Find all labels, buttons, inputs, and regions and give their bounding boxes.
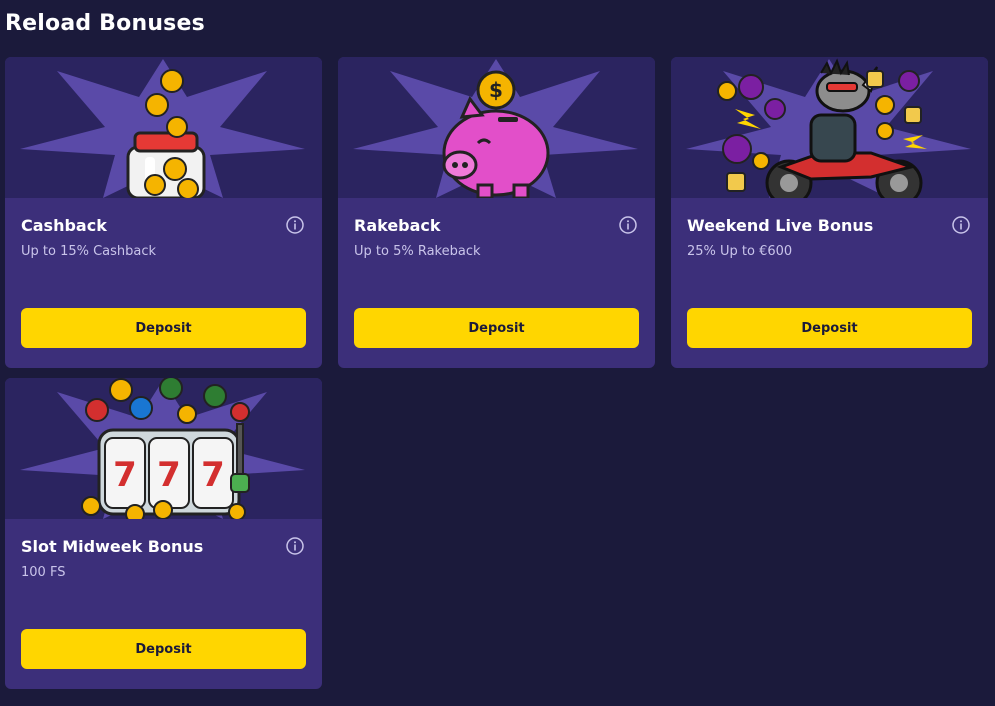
deposit-button[interactable]: Deposit	[687, 308, 972, 348]
bonus-subtitle: Up to 5% Rakeback	[354, 244, 481, 259]
bonus-card-image	[5, 57, 322, 198]
info-icon[interactable]	[286, 537, 304, 555]
bonus-card-image: $	[338, 57, 655, 198]
svg-text:7: 7	[157, 455, 181, 495]
bonus-card-cashback: Cashback Up to 15% Cashback Deposit	[5, 57, 322, 368]
bonus-title: Slot Midweek Bonus	[21, 537, 204, 556]
svg-text:7: 7	[113, 455, 137, 495]
bonus-card-slot-midweek: 7 7 7 Slot Midweek Bonus 100 FS Deposit	[5, 378, 322, 689]
deposit-button[interactable]: Deposit	[21, 308, 306, 348]
coin-jar-icon	[20, 59, 305, 198]
bonus-card-body: Cashback Up to 15% Cashback Deposit	[5, 198, 322, 368]
bonus-card-rakeback: $ Rakeback Up to 5% Rakeback Deposit	[338, 57, 655, 368]
page-title: Reload Bonuses	[5, 11, 205, 36]
bonus-grid: Cashback Up to 15% Cashback Deposit $ Ra…	[5, 57, 989, 689]
rhino-motorcycle-icon	[686, 58, 971, 198]
bonus-card-image	[671, 57, 988, 198]
piggy-bank-icon: $	[353, 59, 638, 198]
bonus-card-body: Slot Midweek Bonus 100 FS Deposit	[5, 519, 322, 689]
bonus-title: Cashback	[21, 216, 107, 235]
bonus-card-body: Weekend Live Bonus 25% Up to €600 Deposi…	[671, 198, 988, 368]
bonus-card-weekend-live: Weekend Live Bonus 25% Up to €600 Deposi…	[671, 57, 988, 368]
bonus-subtitle: 25% Up to €600	[687, 244, 793, 259]
slot-machine-icon: 7 7 7	[20, 378, 305, 519]
bonus-title: Weekend Live Bonus	[687, 216, 874, 235]
bonus-subtitle: 100 FS	[21, 565, 66, 580]
deposit-button[interactable]: Deposit	[21, 629, 306, 669]
svg-text:$: $	[489, 78, 503, 102]
info-icon[interactable]	[619, 216, 637, 234]
bonus-card-image: 7 7 7	[5, 378, 322, 519]
svg-text:7: 7	[201, 455, 225, 495]
info-icon[interactable]	[286, 216, 304, 234]
bonus-title: Rakeback	[354, 216, 441, 235]
info-icon[interactable]	[952, 216, 970, 234]
bonus-subtitle: Up to 15% Cashback	[21, 244, 157, 259]
deposit-button[interactable]: Deposit	[354, 308, 639, 348]
reload-bonuses-page: Reload Bonuses Cashback Up to 15% Cashba…	[0, 0, 995, 706]
bonus-card-body: Rakeback Up to 5% Rakeback Deposit	[338, 198, 655, 368]
